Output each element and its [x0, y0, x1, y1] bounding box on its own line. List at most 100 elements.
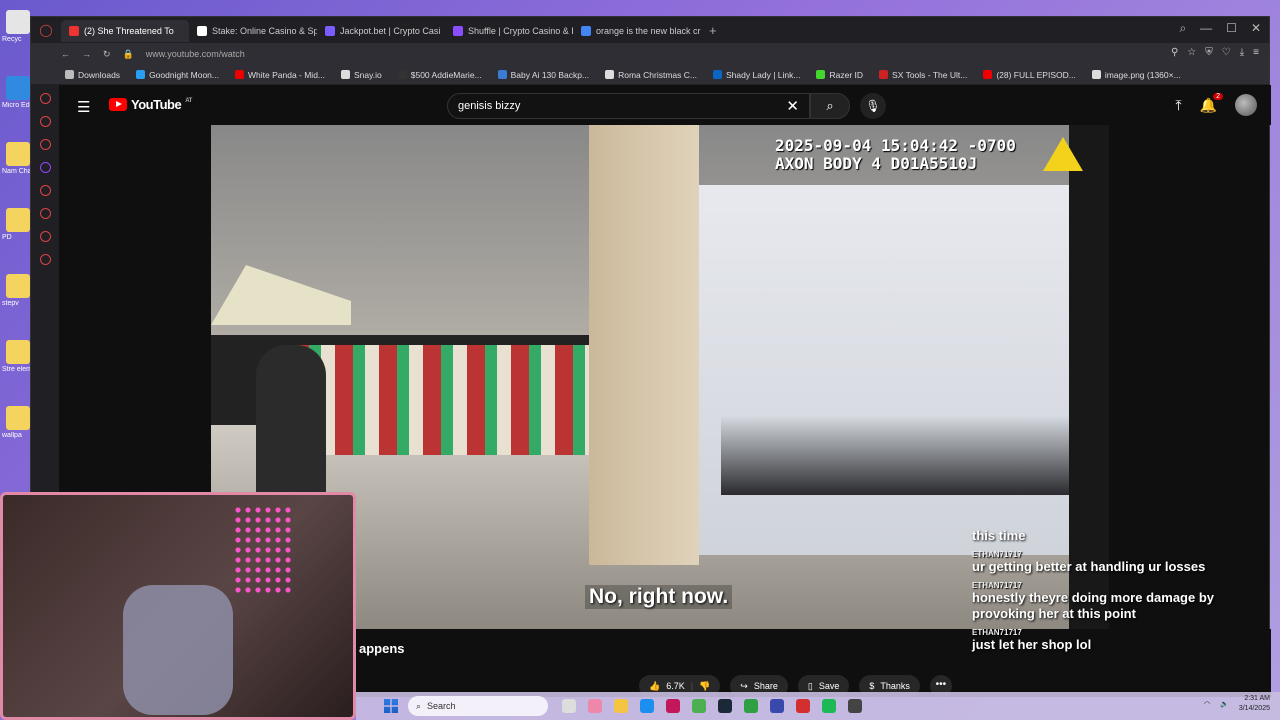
taskbar-app-icon[interactable] — [666, 699, 680, 713]
chat-message: ETHAN71717 just let her shop lol — [972, 628, 1272, 653]
sidebar-pinboard-icon[interactable] — [39, 139, 51, 150]
bookmark-item[interactable]: Goodnight Moon... — [136, 70, 219, 80]
taskbar-search[interactable]: ⌕ Search — [408, 696, 548, 716]
back-icon[interactable]: ← — [61, 49, 70, 59]
taskbar-app-icon[interactable] — [848, 699, 862, 713]
search-button[interactable]: ⌕ — [810, 93, 850, 119]
bookmark-item[interactable]: Shady Lady | Link... — [712, 70, 800, 80]
taskbar-app-icon[interactable] — [614, 699, 628, 713]
taskbar-app-icon[interactable] — [718, 699, 732, 713]
notifications-bell-icon[interactable]: 🔔 2 — [1200, 92, 1223, 114]
lock-icon: 🔒 — [122, 48, 134, 59]
windows-start-icon[interactable] — [384, 699, 398, 713]
video-frame-counter — [721, 415, 1081, 495]
reload-icon[interactable]: ↻ — [103, 49, 111, 60]
bookmark-favicon-icon — [879, 70, 889, 79]
bodycam-device-id: AXON BODY 4 D01A5510J — [775, 154, 978, 173]
sidebar-settings-icon[interactable] — [39, 254, 51, 265]
bookmark-item[interactable]: (28) FULL EPISOD... — [983, 70, 1076, 80]
browser-tab[interactable]: (2) She Threatened To — [61, 20, 189, 42]
window-control-button[interactable]: ☐ — [1226, 21, 1237, 36]
sidebar-twitch-icon[interactable] — [39, 162, 51, 173]
bookmark-favicon-icon — [816, 70, 826, 79]
forward-icon[interactable]: → — [82, 49, 91, 59]
bookmark-item[interactable]: $500 AddieMarie... — [397, 70, 482, 80]
search-input[interactable]: genisis bizzy ✕ — [447, 93, 810, 119]
taskbar-app-icon[interactable] — [822, 699, 836, 713]
bookmark-item[interactable]: Baby Ai 130 Backp... — [497, 69, 590, 80]
menu-icon[interactable]: ≡ — [1253, 47, 1259, 58]
window-control-button[interactable]: ⌕ — [1179, 21, 1186, 36]
sidebar-history-icon[interactable] — [39, 208, 51, 219]
tab-label: Stake: Online Casino & Sp — [212, 26, 317, 36]
desktop-icon[interactable] — [6, 208, 30, 232]
bookmark-icon[interactable]: ☆ — [1187, 47, 1196, 58]
thumbs-down-icon[interactable]: 👎 — [699, 681, 710, 692]
voice-search-button[interactable]: 🎙 — [860, 93, 886, 119]
taskbar-app-icon[interactable] — [640, 699, 654, 713]
url-field[interactable]: www.youtube.com/watch — [146, 49, 245, 59]
browser-tab[interactable]: Jackpot.bet | Crypto Casi — [317, 20, 445, 42]
bookmark-label: Roma Christmas C... — [618, 69, 697, 80]
volume-icon[interactable]: 🔈 — [1220, 700, 1229, 708]
browser-menu-icon[interactable]: ◯ — [31, 23, 61, 37]
clock-date: 3/14/2025 — [1238, 705, 1270, 712]
new-tab-button[interactable]: + — [701, 23, 725, 38]
bookmark-item[interactable]: Snay.io — [341, 70, 382, 80]
desktop-icon[interactable] — [6, 142, 30, 166]
bookmark-item[interactable]: White Panda - Mid... — [235, 70, 325, 80]
taskbar-app-icon[interactable] — [588, 699, 602, 713]
bookmark-favicon-icon — [235, 70, 244, 79]
shield-icon[interactable]: ⛨ — [1205, 47, 1213, 58]
address-bar: ← → ↻ 🔒 www.youtube.com/watch ⚲ ☆ ⛨ ♡ ⤓ … — [31, 43, 1269, 65]
browser-tab[interactable]: orange is the new black cr — [573, 20, 701, 42]
clear-search-icon[interactable]: ✕ — [786, 97, 799, 115]
desktop-icon[interactable] — [6, 10, 30, 34]
bookmark-item[interactable]: image.png (1360×... — [1091, 70, 1181, 80]
bookmark-item[interactable]: SX Tools - The Ult... — [879, 70, 967, 80]
chat-text: this time — [972, 528, 1026, 543]
desktop-icon[interactable] — [6, 76, 30, 100]
bookmark-item[interactable]: Downloads — [65, 70, 120, 80]
bookmark-label: Baby Ai 130 Backp... — [510, 69, 590, 80]
thumbs-up-icon: 👍 — [649, 680, 661, 691]
download-icon[interactable]: ⤓ — [1240, 47, 1244, 58]
upload-icon[interactable]: ⤒ — [1175, 97, 1181, 114]
sidebar-player-icon[interactable] — [39, 185, 51, 196]
video-title: appens — [359, 641, 405, 656]
sidebar-extensions-icon[interactable] — [39, 231, 51, 242]
pin-icon[interactable]: ⚲ — [1171, 47, 1178, 58]
bookmark-item[interactable]: Razer ID — [816, 70, 863, 80]
hamburger-menu-icon[interactable]: ☰ — [77, 98, 90, 116]
sidebar-messenger-icon[interactable] — [39, 93, 51, 104]
taskbar-app-icon[interactable] — [744, 699, 758, 713]
video-frame-person — [256, 345, 326, 505]
taskbar-app-icon[interactable] — [796, 699, 810, 713]
share-label: Share — [753, 681, 778, 691]
bodycam-overlay: 2025-09-04 15:04:42 -0700 AXON BODY 4 D0… — [775, 137, 1016, 173]
youtube-logo[interactable]: YouTube AT — [109, 97, 192, 112]
window-control-button[interactable]: ✕ — [1251, 21, 1261, 36]
bookmark-label: Snay.io — [354, 69, 382, 80]
window-control-button[interactable]: — — [1200, 21, 1212, 36]
clock[interactable]: 2:31 AM 3/14/2025 — [1239, 694, 1270, 714]
bookmark-item[interactable]: Roma Christmas C... — [605, 70, 697, 80]
taskbar-app-icon[interactable] — [770, 699, 784, 713]
browser-tab[interactable]: Stake: Online Casino & Sp — [189, 20, 317, 42]
chat-text: ur getting better at handling ur losses — [972, 559, 1206, 574]
desktop-icon[interactable] — [6, 340, 30, 364]
sidebar-bag-icon[interactable] — [39, 116, 51, 127]
video-frame-wall — [589, 125, 699, 565]
heart-icon[interactable]: ♡ — [1222, 47, 1231, 58]
tab-favicon-icon — [325, 26, 335, 36]
taskbar-app-icon[interactable] — [692, 699, 706, 713]
bookmark-label: White Panda - Mid... — [248, 69, 326, 80]
desktop-icon[interactable] — [6, 406, 30, 430]
wifi-icon[interactable]: ◠ — [1204, 700, 1210, 708]
browser-tab[interactable]: Shuffle | Crypto Casino & I — [445, 20, 573, 42]
bookmark-label: Downloads — [78, 69, 121, 80]
taskbar-app-icon[interactable] — [562, 699, 576, 713]
desktop-icon[interactable] — [6, 274, 30, 298]
tab-favicon-icon — [69, 26, 79, 36]
avatar[interactable] — [1235, 94, 1257, 116]
